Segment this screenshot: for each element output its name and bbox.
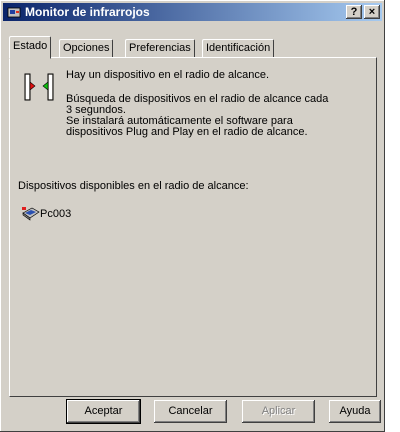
devices-label: Dispositivos disponibles en el radio de … [18, 180, 249, 192]
infrared-status-icon [24, 73, 54, 101]
status-panel: Hay un dispositivo en el radio de alcanc… [9, 57, 377, 397]
window-title: Monitor de infrarrojos [25, 5, 150, 19]
dialog-buttons: Aceptar Cancelar Aplicar Ayuda [0, 400, 385, 424]
computer-icon [22, 207, 40, 221]
apply-button[interactable]: Aplicar [242, 400, 315, 423]
status-line-2: Búsqueda de dispositivos en el radio de … [66, 93, 329, 116]
tab-preferencias[interactable]: Preferencias [125, 39, 195, 57]
status-line-1: Hay un dispositivo en el radio de alcanc… [66, 69, 270, 81]
help-button[interactable]: ? [346, 5, 362, 19]
infrared-monitor-window: Monitor de infrarrojos ? × Estado Opcion… [0, 0, 385, 432]
cancel-button[interactable]: Cancelar [154, 400, 227, 423]
status-line-3: Se instalará automáticamente el software… [66, 115, 308, 138]
title-bar[interactable]: Monitor de infrarrojos ? × [3, 3, 382, 21]
help-dialog-button[interactable]: Ayuda [329, 400, 381, 423]
tab-estado[interactable]: Estado [9, 36, 52, 59]
close-button[interactable]: × [364, 5, 380, 19]
ok-button[interactable]: Aceptar [67, 400, 140, 423]
tab-identificacion[interactable]: Identificación [202, 39, 275, 57]
infrared-app-icon [7, 7, 21, 18]
tab-opciones[interactable]: Opciones [59, 39, 114, 57]
device-name: Pc003 [40, 208, 72, 220]
status-message: Hay un dispositivo en el radio de alcanc… [66, 70, 366, 138]
